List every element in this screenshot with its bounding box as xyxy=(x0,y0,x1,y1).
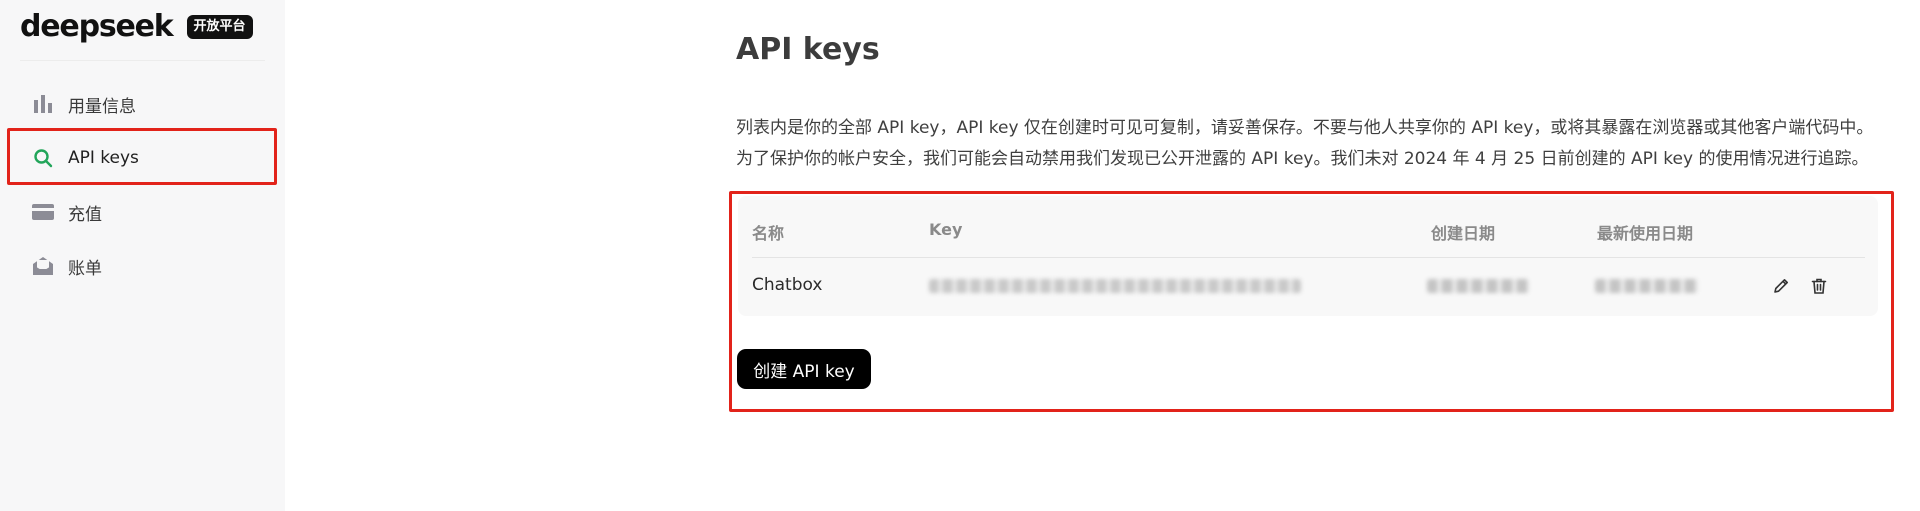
sidebar: deepseek 开放平台 用量信息 API keys 充值 账单 xyxy=(0,0,285,511)
row-last-used-redacted xyxy=(1595,279,1698,293)
bar-chart-icon xyxy=(32,93,54,115)
page-title: API keys xyxy=(736,32,880,67)
sidebar-item-usage[interactable]: 用量信息 xyxy=(10,79,275,129)
card-icon xyxy=(32,201,54,223)
sidebar-item-label: 账单 xyxy=(68,258,102,279)
column-header-last-used: 最新使用日期 xyxy=(1597,224,1694,243)
description-line-1: 列表内是你的全部 API key，API key 仅在创建时可见可复制，请妥善保… xyxy=(736,118,1874,138)
column-header-created: 创建日期 xyxy=(1431,224,1496,243)
sidebar-item-recharge[interactable]: 充值 xyxy=(10,187,275,237)
description: 列表内是你的全部 API key，API key 仅在创建时可见可复制，请妥善保… xyxy=(736,113,1896,175)
delete-icon[interactable] xyxy=(1808,275,1830,297)
column-header-key: Key xyxy=(929,220,963,239)
column-header-name: 名称 xyxy=(752,224,785,243)
edit-icon[interactable] xyxy=(1770,275,1792,297)
sidebar-item-label: 用量信息 xyxy=(68,96,136,117)
sidebar-item-label: 充值 xyxy=(68,204,102,225)
description-line-2: 为了保护你的帐户安全，我们可能会自动禁用我们发现已公开泄露的 API key。我… xyxy=(736,149,1869,169)
platform-badge: 开放平台 xyxy=(186,15,253,39)
table-divider xyxy=(752,257,1865,258)
sidebar-divider xyxy=(20,60,265,61)
sidebar-item-bill[interactable]: 账单 xyxy=(10,241,275,291)
logo-text: deepseek xyxy=(20,9,174,44)
sidebar-item-api-keys[interactable]: API keys xyxy=(10,133,275,183)
bill-icon xyxy=(32,255,54,277)
logo[interactable]: deepseek 开放平台 xyxy=(20,10,253,44)
row-created-redacted xyxy=(1427,279,1529,293)
search-key-icon xyxy=(32,147,54,169)
api-keys-table xyxy=(738,196,1878,316)
row-key-redacted xyxy=(929,279,1301,293)
row-name: Chatbox xyxy=(752,275,823,295)
create-api-key-button[interactable]: 创建 API key xyxy=(737,349,871,389)
sidebar-item-label: API keys xyxy=(68,148,139,168)
